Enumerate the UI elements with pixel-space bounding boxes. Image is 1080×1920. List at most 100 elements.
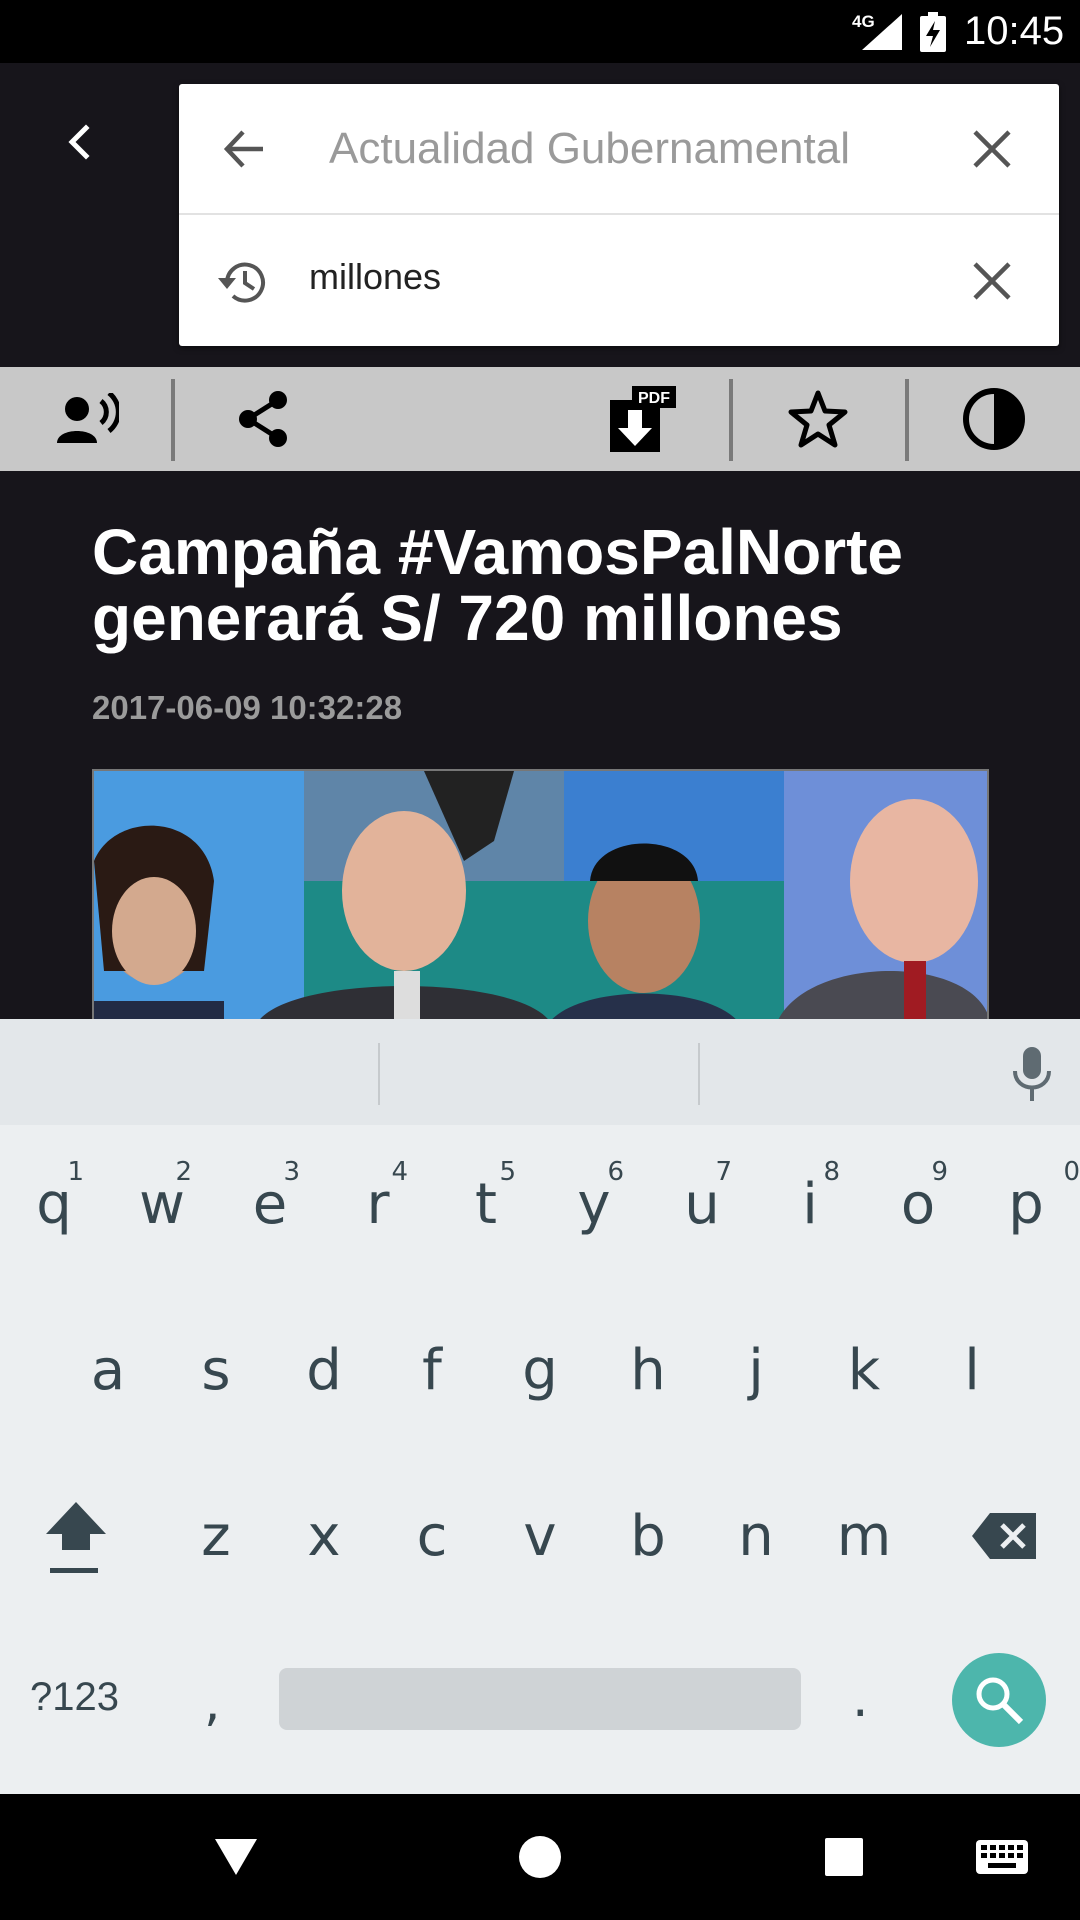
key-m[interactable]: m xyxy=(810,1471,918,1601)
record-voice-icon xyxy=(57,393,119,443)
triangle-down-icon xyxy=(215,1839,257,1875)
system-navigation-bar xyxy=(0,1794,1080,1920)
article-date: 2017-06-09 10:32:28 xyxy=(92,689,403,726)
search-suggestion[interactable]: millones xyxy=(179,216,1059,346)
key-hint: 1 xyxy=(67,1157,84,1187)
arrow-back-icon[interactable] xyxy=(219,124,269,174)
toolbar-divider xyxy=(905,379,909,461)
key-label: p xyxy=(1008,1171,1044,1237)
key-b[interactable]: b xyxy=(594,1471,702,1601)
close-icon[interactable] xyxy=(969,126,1015,172)
contrast-icon xyxy=(963,388,1025,450)
shift-key[interactable] xyxy=(20,1471,132,1601)
suggestion-label: millones xyxy=(309,256,442,297)
history-icon xyxy=(218,262,265,303)
key-c[interactable]: c xyxy=(378,1471,486,1601)
key-o[interactable]: o9 xyxy=(864,1139,972,1269)
article-photo-illustration xyxy=(94,771,987,1019)
key-label: y xyxy=(577,1171,611,1237)
keyboard-switch-button[interactable] xyxy=(962,1794,1042,1920)
battery-charging-icon xyxy=(920,12,946,52)
comma-key[interactable]: , xyxy=(204,1673,221,1733)
key-hint: 8 xyxy=(823,1157,840,1187)
key-q[interactable]: q1 xyxy=(0,1139,108,1269)
pdf-badge-text: PDF xyxy=(638,390,670,407)
period-key[interactable]: . xyxy=(852,1669,869,1729)
key-t[interactable]: t5 xyxy=(432,1139,540,1269)
microphone-icon[interactable] xyxy=(1010,1045,1054,1101)
key-p[interactable]: p0 xyxy=(972,1139,1080,1269)
shift-icon xyxy=(46,1502,106,1573)
key-k[interactable]: k xyxy=(810,1305,918,1435)
search-action-key[interactable] xyxy=(952,1653,1046,1747)
key-g[interactable]: g xyxy=(486,1305,594,1435)
key-x[interactable]: x xyxy=(270,1471,378,1601)
key-e[interactable]: e3 xyxy=(216,1139,324,1269)
key-label: o xyxy=(900,1171,936,1237)
search-icon xyxy=(976,1677,1024,1725)
key-w[interactable]: w2 xyxy=(108,1139,216,1269)
status-bar: 4G 10:45 xyxy=(0,0,1080,63)
remove-suggestion-icon[interactable] xyxy=(969,258,1015,304)
nav-recents-button[interactable] xyxy=(804,1794,884,1920)
signal-icon xyxy=(862,14,902,50)
share-icon xyxy=(239,391,287,447)
clock: 10:45 xyxy=(964,9,1065,53)
keyboard-suggestion-strip xyxy=(0,1019,1080,1125)
key-h[interactable]: h xyxy=(594,1305,702,1435)
toolbar-divider xyxy=(171,379,175,461)
key-a[interactable]: a xyxy=(54,1305,162,1435)
home-circle-icon xyxy=(519,1836,561,1878)
key-y[interactable]: y6 xyxy=(540,1139,648,1269)
key-n[interactable]: n xyxy=(702,1471,810,1601)
key-d[interactable]: d xyxy=(270,1305,378,1435)
suggestion-divider xyxy=(698,1043,700,1105)
voice-read-button[interactable] xyxy=(40,367,136,471)
pdf-download-icon: PDF xyxy=(610,386,676,452)
search-panel: millones xyxy=(179,84,1059,346)
favorite-button[interactable] xyxy=(770,367,866,471)
key-hint: 9 xyxy=(931,1157,948,1187)
key-hint: 7 xyxy=(715,1157,732,1187)
key-f[interactable]: f xyxy=(378,1305,486,1435)
key-hint: 0 xyxy=(1063,1157,1080,1187)
key-u[interactable]: u7 xyxy=(648,1139,756,1269)
backspace-key[interactable] xyxy=(950,1471,1060,1601)
contrast-button[interactable] xyxy=(946,367,1042,471)
key-hint: 6 xyxy=(607,1157,624,1187)
article-image[interactable] xyxy=(92,769,989,1019)
key-label: q xyxy=(36,1171,72,1237)
key-i[interactable]: i8 xyxy=(756,1139,864,1269)
key-label: i xyxy=(802,1171,818,1237)
key-v[interactable]: v xyxy=(486,1471,594,1601)
key-hint: 3 xyxy=(283,1157,300,1187)
chevron-left-icon[interactable] xyxy=(58,118,102,166)
toolbar-divider xyxy=(729,379,733,461)
share-button[interactable] xyxy=(215,367,311,471)
key-j[interactable]: j xyxy=(702,1305,810,1435)
article-title: Campaña #VamosPalNorte generará S/ 720 m… xyxy=(92,516,903,654)
nav-home-button[interactable] xyxy=(500,1794,580,1920)
key-hint: 2 xyxy=(175,1157,192,1187)
key-label: t xyxy=(475,1171,497,1237)
on-screen-keyboard: q1 w2 e3 r4 t5 y6 u7 i8 o9 p0 a s d f g … xyxy=(0,1019,1080,1794)
search-input[interactable] xyxy=(329,110,919,188)
keyboard-icon xyxy=(976,1840,1028,1874)
key-hint: 4 xyxy=(391,1157,408,1187)
square-icon xyxy=(825,1838,863,1876)
article: Campaña #VamosPalNorte generará S/ 720 m… xyxy=(0,471,1080,1019)
key-label: u xyxy=(684,1171,720,1237)
key-l[interactable]: l xyxy=(918,1305,1026,1435)
backspace-icon xyxy=(972,1513,1036,1559)
key-z[interactable]: z xyxy=(162,1471,270,1601)
key-label: r xyxy=(366,1171,390,1237)
article-toolbar: PDF xyxy=(0,367,1080,471)
download-pdf-button[interactable]: PDF xyxy=(598,367,688,471)
spacebar[interactable] xyxy=(279,1668,801,1730)
nav-back-button[interactable] xyxy=(196,1794,276,1920)
key-r[interactable]: r4 xyxy=(324,1139,432,1269)
star-outline-icon xyxy=(788,390,848,448)
key-s[interactable]: s xyxy=(162,1305,270,1435)
key-hint: 5 xyxy=(499,1157,516,1187)
symbols-key[interactable]: ?123 xyxy=(30,1675,119,1720)
